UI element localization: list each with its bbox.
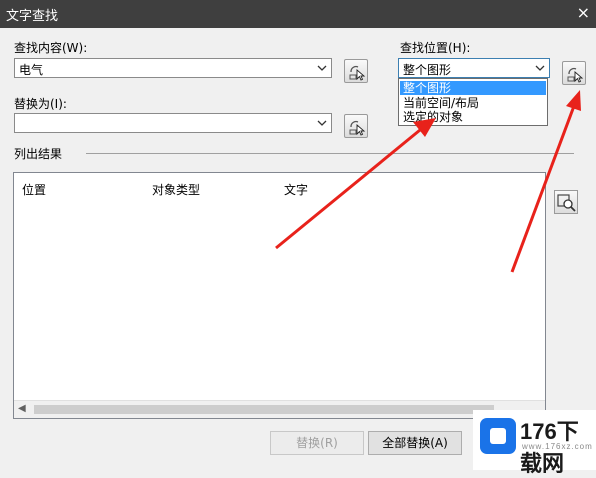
annotation-arrows xyxy=(275,90,581,273)
watermark-logo xyxy=(480,418,516,454)
watermark-sub: www.176xz.com xyxy=(522,442,593,451)
annotation-arrow-line xyxy=(275,128,421,250)
annotation-arrow-head xyxy=(566,90,581,111)
annotation-arrow-line xyxy=(510,105,576,273)
